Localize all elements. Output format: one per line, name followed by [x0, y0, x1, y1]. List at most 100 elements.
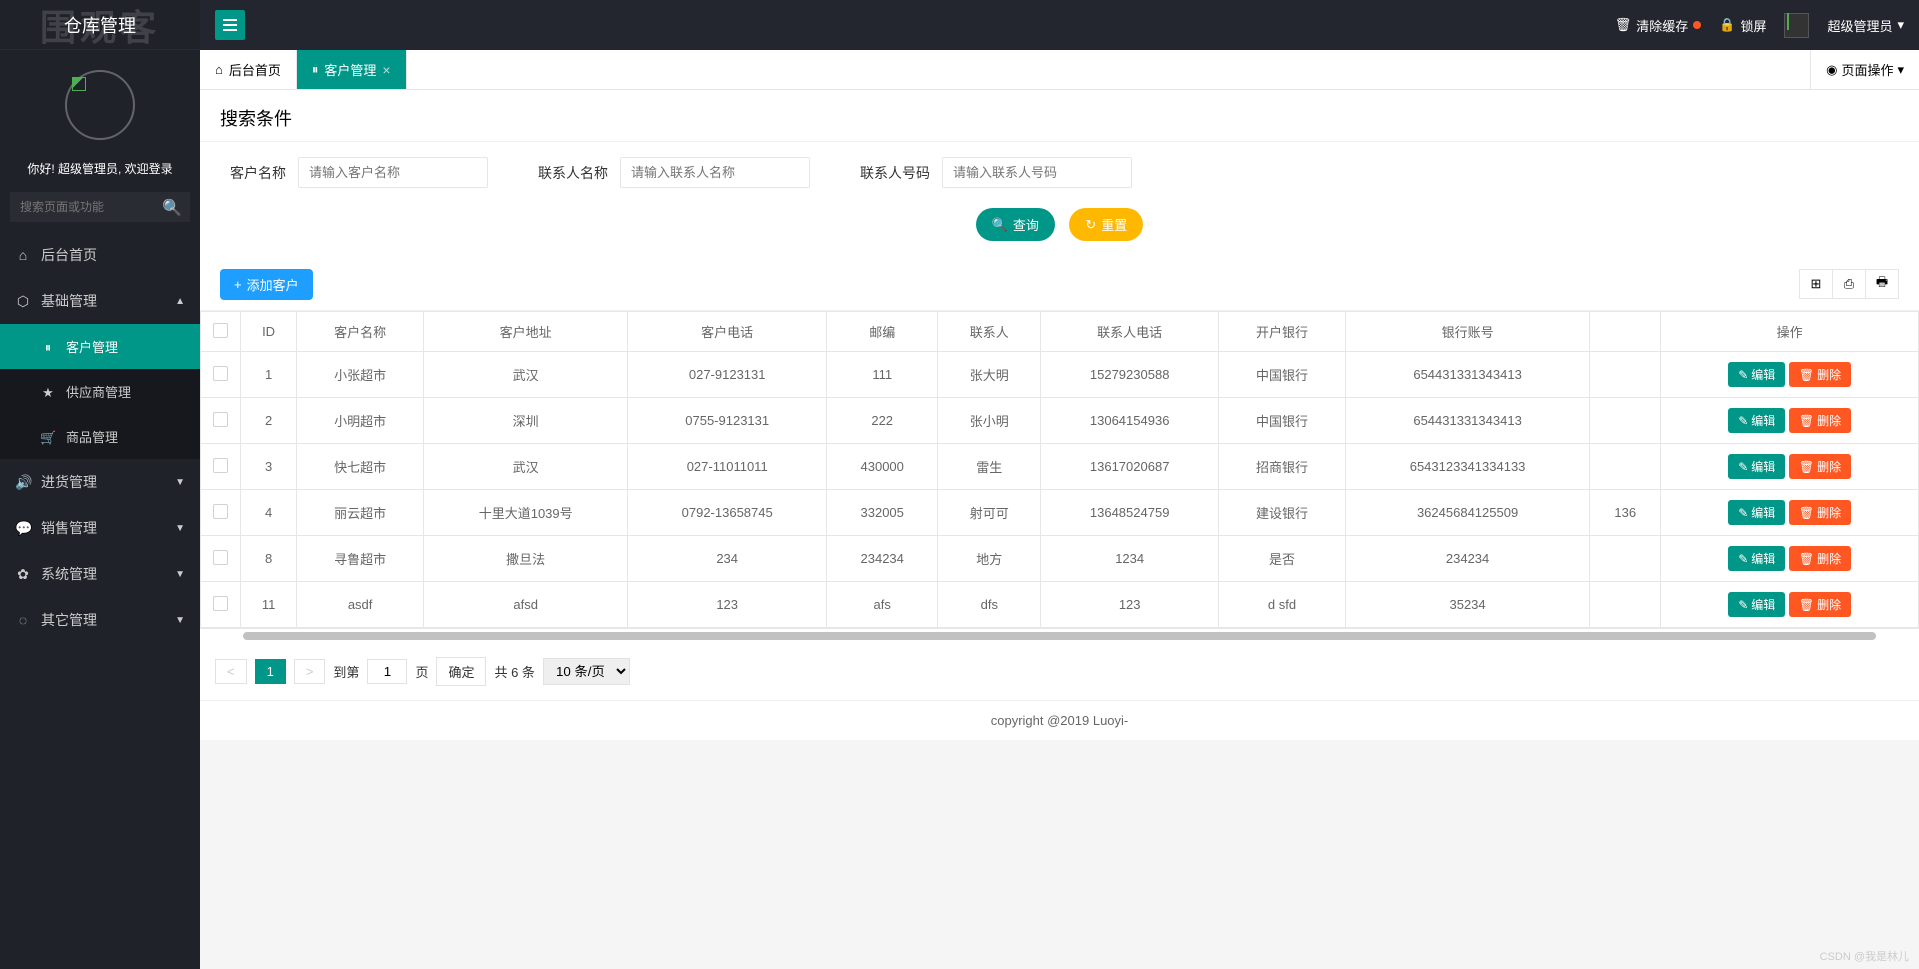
cell-ops: ✎ 编辑 🗑 删除: [1661, 352, 1919, 398]
per-page-select[interactable]: 10 条/页: [543, 658, 630, 685]
cell-ext: [1590, 582, 1661, 628]
user-dropdown[interactable]: 超级管理员 ▾: [1827, 16, 1904, 35]
客户名称-input[interactable]: [298, 157, 488, 188]
page-input[interactable]: [367, 659, 407, 684]
tab-后台首页[interactable]: ⌂后台首页: [200, 50, 297, 89]
sidebar-item-后台首页[interactable]: ⌂后台首页: [0, 232, 200, 278]
content: 搜索条件 客户名称联系人名称联系人号码 🔍 查询 ↻ 重置 + 添加客户: [200, 90, 1919, 969]
cell-name: asdf: [297, 582, 424, 628]
sidebar-menu: ⌂后台首页⬡基础管理▲⏸客户管理★供应商管理🛒商品管理🔊进货管理▼💬销售管理▼✿…: [0, 232, 200, 643]
select-all-checkbox[interactable]: [213, 323, 228, 338]
cell-contact: dfs: [938, 582, 1041, 628]
sidebar-item-销售管理[interactable]: 💬销售管理▼: [0, 505, 200, 551]
menu-icon: ✿: [15, 566, 31, 583]
edit-button[interactable]: ✎ 编辑: [1728, 546, 1785, 571]
next-page-button[interactable]: >: [294, 659, 326, 684]
pencil-icon: ✎: [1738, 506, 1748, 520]
tab-label: 客户管理: [324, 60, 376, 79]
th-4: 客户电话: [628, 312, 827, 352]
horizontal-scrollbar[interactable]: [200, 628, 1919, 643]
cell-acct: 6543123341334133: [1345, 444, 1589, 490]
row-checkbox[interactable]: [213, 504, 228, 519]
pencil-icon: ✎: [1738, 552, 1748, 566]
delete-button[interactable]: 🗑 删除: [1789, 362, 1851, 387]
page-operations-dropdown[interactable]: ◉ 页面操作 ▾: [1810, 50, 1919, 89]
clear-cache-label: 清除缓存: [1636, 16, 1688, 35]
delete-button[interactable]: 🗑 删除: [1789, 592, 1851, 617]
tab-客户管理[interactable]: ⏸ 客户管理 ×: [297, 50, 407, 89]
cell-tel: 123: [628, 582, 827, 628]
search-icon[interactable]: 🔍: [162, 198, 182, 218]
row-checkbox[interactable]: [213, 550, 228, 565]
trash-icon: 🗑: [1615, 17, 1632, 33]
row-checkbox[interactable]: [213, 366, 228, 381]
sidebar-item-供应商管理[interactable]: ★供应商管理: [0, 369, 200, 414]
export-icon[interactable]: ⎙: [1832, 269, 1866, 299]
table-body: 1小张超市武汉027-9123131111张大明15279230588中国银行6…: [201, 352, 1919, 628]
sidebar-item-系统管理[interactable]: ✿系统管理▼: [0, 551, 200, 597]
reset-button[interactable]: ↻ 重置: [1069, 208, 1143, 241]
form-item: 联系人号码: [860, 157, 1132, 188]
联系人号码-input[interactable]: [942, 157, 1132, 188]
trash-icon: 🗑: [1799, 598, 1814, 612]
table-wrap: ID客户名称客户地址客户电话邮编联系人联系人电话开户银行银行账号操作 1小张超市…: [200, 311, 1919, 628]
table-row: 4丽云超市十里大道1039号0792-13658745332005射可可1364…: [201, 490, 1919, 536]
query-button[interactable]: 🔍 查询: [976, 208, 1055, 241]
page-1-button[interactable]: 1: [255, 659, 286, 684]
avatar[interactable]: [65, 70, 135, 140]
sidebar-item-客户管理[interactable]: ⏸客户管理: [0, 324, 200, 369]
edit-button[interactable]: ✎ 编辑: [1728, 362, 1785, 387]
hamburger-icon[interactable]: [215, 10, 245, 40]
th-10: [1590, 312, 1661, 352]
confirm-page-button[interactable]: 确定: [436, 657, 486, 686]
menu-label: 客户管理: [66, 340, 118, 355]
edit-button[interactable]: ✎ 编辑: [1728, 454, 1785, 479]
delete-button[interactable]: 🗑 删除: [1789, 408, 1851, 433]
delete-button[interactable]: 🗑 删除: [1789, 454, 1851, 479]
row-checkbox[interactable]: [213, 458, 228, 473]
tab-icon: ⏸: [312, 62, 319, 78]
delete-button[interactable]: 🗑 删除: [1789, 500, 1851, 525]
sidebar-item-其它管理[interactable]: ◌其它管理▼: [0, 597, 200, 643]
th-9: 银行账号: [1345, 312, 1589, 352]
edit-button[interactable]: ✎ 编辑: [1728, 500, 1785, 525]
close-icon[interactable]: ×: [382, 62, 390, 78]
sidebar-item-商品管理[interactable]: 🛒商品管理: [0, 414, 200, 459]
th-6: 联系人: [938, 312, 1041, 352]
prev-page-button[interactable]: <: [215, 659, 247, 684]
cell-name: 小明超市: [297, 398, 424, 444]
goto-label: 到第: [333, 662, 359, 681]
plus-icon: +: [234, 277, 242, 292]
user-avatar[interactable]: [1784, 13, 1809, 38]
table-row: 8寻鲁超市撒旦法234234234地方1234是否234234✎ 编辑 🗑 删除: [201, 536, 1919, 582]
topbar-left: [215, 10, 245, 40]
联系人名称-input[interactable]: [620, 157, 810, 188]
columns-icon[interactable]: ⊞: [1799, 269, 1833, 299]
sidebar-item-基础管理[interactable]: ⬡基础管理▲: [0, 278, 200, 324]
print-icon[interactable]: 🖶: [1865, 269, 1899, 299]
cell-zip: 111: [827, 352, 938, 398]
lock-button[interactable]: 🔒 锁屏: [1719, 16, 1766, 35]
cell-acct: 654431331343413: [1345, 398, 1589, 444]
form-item: 客户名称: [230, 157, 488, 188]
add-label: 添加客户: [247, 275, 299, 294]
delete-button[interactable]: 🗑 删除: [1789, 546, 1851, 571]
cell-ops: ✎ 编辑 🗑 删除: [1661, 536, 1919, 582]
row-checkbox[interactable]: [213, 596, 228, 611]
edit-button[interactable]: ✎ 编辑: [1728, 408, 1785, 433]
row-checkbox[interactable]: [213, 412, 228, 427]
cell-zip: 430000: [827, 444, 938, 490]
topbar-right: 🗑 清除缓存 🔒 锁屏 超级管理员 ▾: [1615, 13, 1904, 38]
cell-bank: 建设银行: [1218, 490, 1345, 536]
add-customer-button[interactable]: + 添加客户: [220, 269, 313, 300]
chevron-down-icon: ▼: [175, 523, 185, 534]
sidebar-item-进货管理[interactable]: 🔊进货管理▼: [0, 459, 200, 505]
clear-cache-button[interactable]: 🗑 清除缓存: [1615, 16, 1702, 35]
notification-dot: [1693, 21, 1701, 29]
cell-addr: 十里大道1039号: [424, 490, 628, 536]
search-icon: 🔍: [992, 217, 1008, 233]
cell-id: 3: [241, 444, 297, 490]
edit-button[interactable]: ✎ 编辑: [1728, 592, 1785, 617]
cell-ext: 136: [1590, 490, 1661, 536]
pagination: < 1 > 到第 页 确定 共 6 条 10 条/页: [200, 643, 1919, 700]
